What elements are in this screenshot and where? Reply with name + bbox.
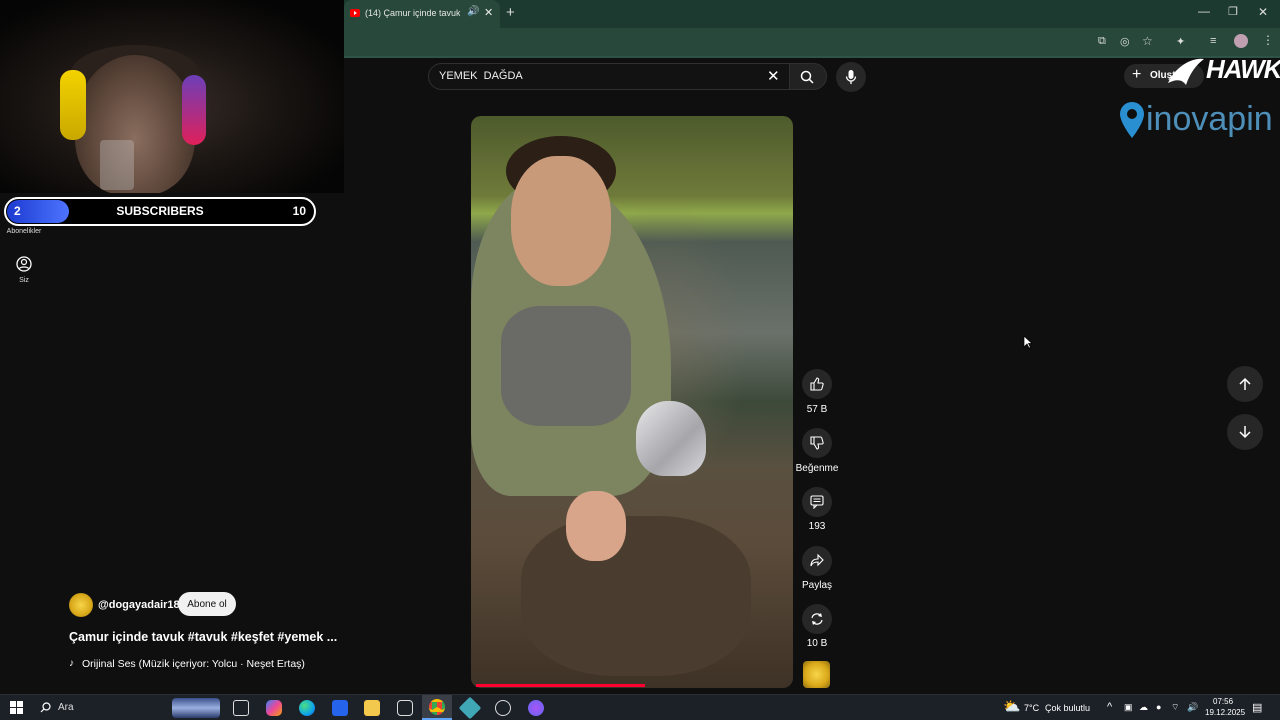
thumbs-down-icon: [810, 436, 824, 450]
comment-count: 193: [808, 521, 826, 532]
thumbs-up-icon: [810, 377, 824, 391]
search-button[interactable]: [789, 63, 827, 90]
subscribers-label: SUBSCRIBERS: [116, 204, 204, 218]
search-box[interactable]: YEMEK DAĞDA ✕: [428, 63, 790, 90]
messenger-icon[interactable]: [528, 700, 544, 716]
youtube-icon: [350, 9, 360, 17]
next-video-button[interactable]: [1227, 414, 1263, 450]
dislike-button[interactable]: [802, 428, 832, 458]
mouse-cursor-icon: [1023, 335, 1033, 349]
voice-search-button[interactable]: [836, 62, 866, 92]
search-highlight-image: [172, 698, 220, 718]
remix-icon: [811, 613, 823, 625]
tab-title: (14) Çamur içinde tavuk #ta: [365, 8, 460, 18]
channel-avatar[interactable]: [69, 593, 93, 617]
hawk-logo: [1166, 55, 1206, 89]
channel-handle[interactable]: @dogayadair18: [98, 599, 180, 611]
subscribers-goal-bar: 2 SUBSCRIBERS 10: [4, 197, 316, 226]
account-icon: [16, 256, 32, 272]
restore-icon[interactable]: ❐: [1228, 5, 1238, 18]
close-tab-icon[interactable]: ✕: [484, 6, 493, 19]
like-count: 57 B: [806, 404, 828, 415]
sidebar-item-label: Abonelikler: [6, 228, 42, 235]
toolbar-divider: [344, 56, 1280, 58]
location-pin-icon: [1118, 100, 1146, 140]
share-icon: [810, 554, 824, 567]
inovapin-brand-text: inovapin: [1146, 100, 1273, 138]
arrow-down-icon: [1239, 426, 1251, 439]
chrome-taskbar-active[interactable]: [422, 695, 452, 720]
vscode-like-icon[interactable]: [458, 696, 482, 720]
like-button[interactable]: [802, 369, 832, 399]
hawk-bird-icon: [1168, 58, 1204, 85]
xbox-icon[interactable]: [397, 700, 413, 716]
bookmark-star-icon[interactable]: ☆: [1142, 34, 1153, 48]
speaker-icon[interactable]: 🔊: [467, 6, 479, 17]
webcam-overlay: [0, 0, 344, 193]
tray-chevron-icon[interactable]: ^: [1107, 701, 1112, 713]
arrow-up-icon: [1239, 377, 1251, 390]
sidebar-item-label: Siz: [19, 277, 29, 284]
copilot-icon[interactable]: [266, 700, 282, 716]
notification-icon[interactable]: ▤: [1252, 701, 1262, 714]
sidebar-item-you[interactable]: Siz: [4, 256, 44, 284]
weather-icon: ⛅: [1003, 698, 1021, 714]
taskbar-search-icon[interactable]: [40, 702, 51, 713]
weather-text[interactable]: Çok bulutlu: [1045, 703, 1090, 713]
windows-taskbar: Ara ⛅ 7°C Çok bulutlu ^ ▣ ☁ ● ⌔ 🔊 07:56 …: [0, 694, 1280, 720]
share-label: Paylaş: [801, 580, 832, 591]
search-icon: [800, 70, 814, 84]
profile-avatar[interactable]: [1234, 34, 1248, 48]
hawk-brand-text: HAWK: [1206, 54, 1280, 84]
minimize-icon[interactable]: —: [1198, 4, 1210, 18]
sound-avatar[interactable]: [803, 661, 830, 688]
dislike-label: Beğenme: [795, 463, 839, 474]
browser-tab-strip: (14) Çamur içinde tavuk #ta 🔊 ✕ + — ❐ ✕: [344, 0, 1280, 28]
media-icon[interactable]: ≡: [1210, 35, 1216, 47]
obs-icon[interactable]: [495, 700, 511, 716]
taskbar-search-label[interactable]: Ara: [58, 702, 74, 713]
comment-icon: [810, 495, 824, 509]
remix-count: 10 B: [806, 638, 828, 649]
plus-icon: +: [1132, 66, 1142, 83]
audio-track[interactable]: Orijinal Ses (Müzik içeriyor: Yolcu · Ne…: [82, 658, 305, 670]
file-explorer-icon[interactable]: [364, 700, 380, 716]
weather-temp: 7°C: [1024, 703, 1040, 713]
search-input[interactable]: YEMEK DAĞDA: [439, 70, 523, 82]
volume-icon[interactable]: 🔊: [1187, 702, 1198, 713]
shorts-video-player[interactable]: [471, 116, 793, 688]
music-note-icon: ♪: [69, 658, 74, 669]
share-button[interactable]: [802, 546, 832, 576]
sidebar-item-subscriptions[interactable]: Abonelikler: [4, 228, 44, 235]
browser-tab[interactable]: (14) Çamur içinde tavuk #ta 🔊 ✕: [344, 0, 500, 28]
browser-toolbar: ⧉ ◎ ☆ ✦ ≡ ⋮: [344, 28, 1280, 56]
subscribers-goal: 10: [292, 204, 306, 218]
task-view-icon[interactable]: [233, 700, 249, 716]
video-progress-bar[interactable]: [476, 684, 645, 687]
wifi-icon[interactable]: ⌔: [1171, 702, 1179, 713]
clear-search-icon[interactable]: ✕: [767, 67, 780, 85]
mail-icon[interactable]: [332, 700, 348, 716]
microphone-icon: [845, 70, 857, 84]
install-app-icon[interactable]: ⧉: [1098, 35, 1106, 48]
eye-off-icon[interactable]: ◎: [1120, 35, 1130, 48]
extensions-icon[interactable]: ✦: [1176, 35, 1185, 48]
comments-button[interactable]: [802, 487, 832, 517]
tray-mic-icon[interactable]: ●: [1156, 702, 1161, 712]
tray-app-icon[interactable]: ▣: [1124, 702, 1133, 713]
menu-kebab-icon[interactable]: ⋮: [1262, 33, 1274, 47]
new-tab-button[interactable]: +: [506, 4, 515, 21]
previous-video-button[interactable]: [1227, 366, 1263, 402]
clock-date[interactable]: 19.12.2025: [1205, 708, 1245, 717]
windows-start-icon[interactable]: [10, 701, 23, 714]
tray-cloud-icon[interactable]: ☁: [1139, 702, 1148, 713]
chrome-icon: [429, 699, 445, 715]
remix-button[interactable]: [802, 604, 832, 634]
video-title[interactable]: Çamur içinde tavuk #tavuk #keşfet #yemek…: [69, 630, 337, 644]
subscribe-button[interactable]: Abone ol: [178, 592, 236, 616]
edge-icon[interactable]: [299, 700, 315, 716]
clock-time[interactable]: 07:56: [1213, 697, 1233, 706]
close-window-icon[interactable]: ✕: [1258, 5, 1268, 19]
